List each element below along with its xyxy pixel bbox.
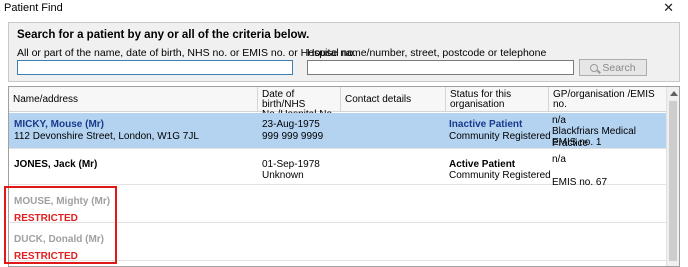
scroll-up-icon[interactable] [670,91,678,96]
patient-name: MICKY, Mouse (Mr) [14,119,104,130]
search-button[interactable]: Search [579,59,647,76]
grid-header: Name/address Date of birth/NHS No./Hospi… [9,87,667,120]
highlight-box [4,186,117,264]
address-criteria-label: House name/number, street, postcode or t… [307,47,547,59]
column-header-name[interactable]: Name/address [9,87,258,112]
search-icon [590,63,599,72]
vertical-scrollbar[interactable] [666,87,679,266]
search-panel: Search for a patient by any or all of th… [8,22,680,82]
emis-number: EMIS no. 1 [552,137,602,148]
patient-name: JONES, Jack (Mr) [14,159,98,170]
column-header-contact[interactable]: Contact details [341,87,446,112]
name-search-input[interactable] [17,60,293,75]
gp-na: n/a [552,154,566,165]
column-header-status[interactable]: Status for this organisation [446,87,549,112]
patient-registration: Community Registered [449,170,551,181]
table-row[interactable]: MICKY, Mouse (Mr) 112 Devonshire Street,… [9,113,667,149]
patient-nhs-number: 999 999 9999 [262,131,324,142]
title-bar: Patient Find ✕ [0,0,688,18]
close-icon[interactable]: ✕ [663,0,674,16]
patient-registration: Community Registered [449,131,551,142]
patient-status: Inactive Patient [449,119,523,130]
window-title: Patient Find [4,2,63,14]
patient-nhs-number: Unknown [262,170,304,181]
table-row[interactable]: JONES, Jack (Mr) 01-Sep-1978 Unknown Act… [9,149,667,188]
address-search-input[interactable] [307,60,574,75]
search-heading: Search for a patient by any or all of th… [17,29,310,41]
search-button-label: Search [602,61,636,74]
column-header-gp[interactable]: GP/organisation /EMIS no. [549,87,667,112]
patient-dob: 23-Aug-1975 [262,119,320,130]
scroll-thumb[interactable] [669,101,677,261]
name-criteria-label: All or part of the name, date of birth, … [17,47,357,59]
patient-address: 112 Devonshire Street, London, W1G 7JL [14,131,199,142]
column-header-dob[interactable]: Date of birth/NHS No./Hospital No. [258,87,341,120]
